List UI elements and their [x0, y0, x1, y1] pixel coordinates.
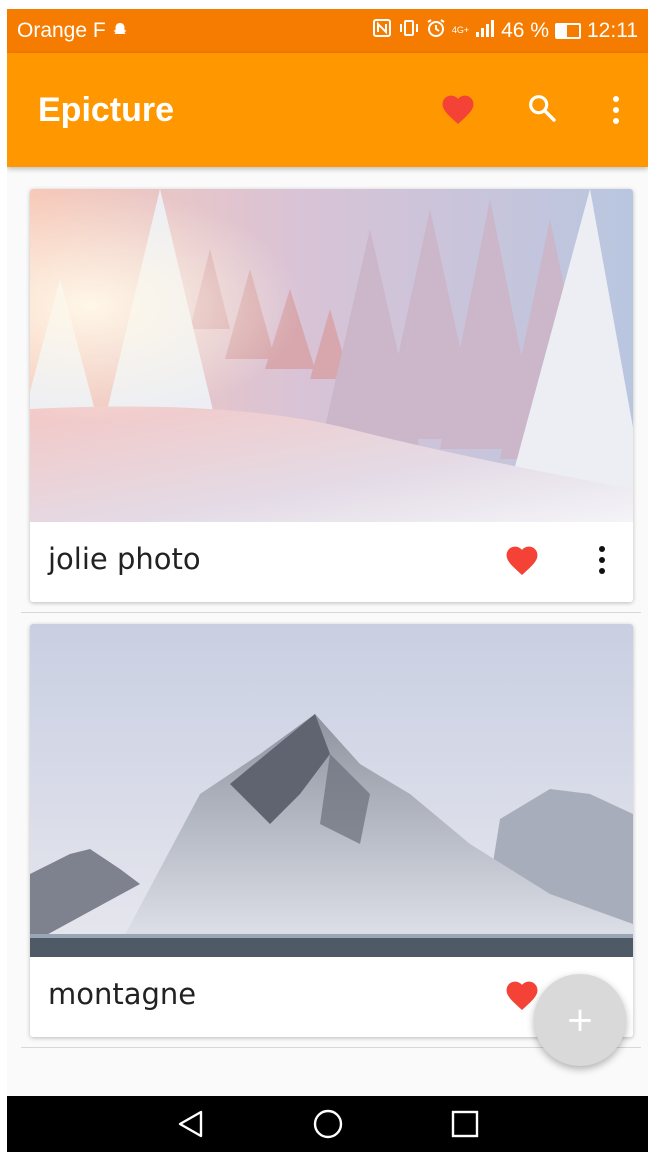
app-title: Epicture — [38, 90, 175, 129]
status-left: Orange F — [17, 19, 128, 43]
post-card-footer: jolie photo — [30, 522, 633, 602]
phone-screen: Orange F 4G+ 46 % 12:11 Epicture jolie p… — [7, 9, 648, 1152]
overflow-menu-icon — [599, 546, 605, 552]
back-icon — [178, 1110, 202, 1138]
divider — [21, 612, 641, 613]
heart-icon — [506, 546, 538, 575]
alarm-icon — [426, 18, 446, 44]
post-image-snowy-mountain[interactable] — [30, 624, 633, 957]
status-bar: Orange F 4G+ 46 % 12:11 — [7, 9, 648, 53]
back-button[interactable] — [161, 1096, 221, 1152]
post-menu-button[interactable] — [599, 546, 605, 574]
battery-percent: 46 % — [501, 19, 549, 42]
carrier-label: Orange F — [17, 19, 106, 42]
plus-icon: + — [565, 1000, 595, 1040]
home-icon — [313, 1109, 342, 1139]
search-icon — [526, 92, 558, 128]
favorite-button[interactable] — [503, 542, 541, 580]
snapchat-icon — [112, 22, 128, 41]
post-title: jolie photo — [48, 542, 201, 576]
overflow-menu-icon — [613, 96, 619, 124]
post-card[interactable]: jolie photo — [30, 189, 633, 602]
recents-icon — [451, 1110, 478, 1138]
search-button[interactable] — [500, 53, 584, 167]
vibrate-icon — [398, 18, 420, 44]
nfc-icon — [372, 18, 392, 44]
system-nav-bar — [7, 1096, 648, 1152]
status-right: 4G+ 46 % 12:11 — [372, 18, 638, 44]
home-button[interactable] — [298, 1096, 358, 1152]
app-bar: Epicture — [7, 53, 648, 167]
recents-button[interactable] — [435, 1096, 495, 1152]
add-photo-button[interactable]: + — [534, 974, 626, 1066]
battery-icon — [555, 23, 581, 39]
app-bar-actions — [416, 53, 648, 167]
heart-icon — [439, 91, 477, 129]
post-card[interactable]: montagne — [30, 624, 633, 1037]
clock: 12:11 — [587, 19, 638, 42]
network-type-label: 4G+ — [451, 25, 470, 35]
favorites-button[interactable] — [416, 53, 500, 167]
signal-icon — [475, 19, 495, 43]
post-title: montagne — [48, 977, 197, 1011]
post-image-snowy-forest[interactable] — [30, 189, 633, 522]
overflow-menu-button[interactable] — [584, 53, 648, 167]
